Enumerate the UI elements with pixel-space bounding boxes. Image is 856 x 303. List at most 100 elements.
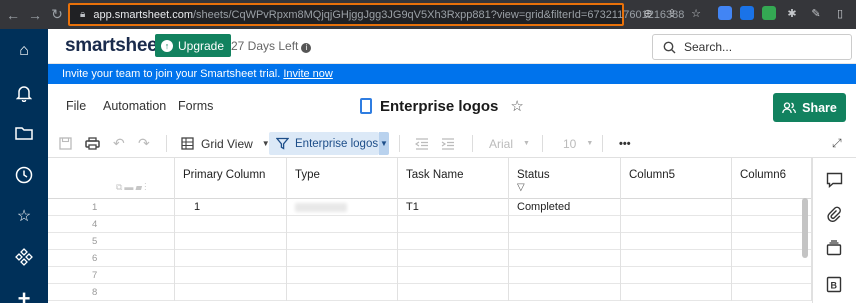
cell-column5[interactable] [621,284,732,301]
column-header-task-name[interactable]: Task Name [398,158,509,199]
cell-type[interactable] [287,250,398,267]
print-icon[interactable] [85,135,100,152]
cell-column5[interactable] [621,216,732,233]
vertical-scrollbar[interactable] [802,198,808,258]
row-number[interactable]: 4 [48,216,175,233]
cell-column5[interactable] [621,250,732,267]
cell-column6[interactable] [732,216,812,233]
filter-button[interactable]: Enterprise logos [269,132,379,155]
favorite-star-icon[interactable]: ☆ [510,97,523,115]
folder-icon[interactable] [14,123,34,143]
cell-task-name[interactable] [398,284,509,301]
grid-view-button[interactable]: Grid View ▼ [181,135,270,152]
table-row[interactable]: 4 [48,216,812,233]
attachment-icon[interactable] [824,204,844,224]
undo-icon[interactable]: ↶ [113,135,125,152]
forward-icon[interactable]: → [26,6,44,24]
cell-status[interactable] [509,284,621,301]
indent-icon[interactable] [441,135,455,152]
cell-task-name[interactable] [398,250,509,267]
puzzle-icon[interactable]: ✱ [784,5,800,21]
cell-column6[interactable] [732,284,812,301]
save-icon[interactable] [59,135,72,152]
column-header-status[interactable]: Status ▽ [509,158,621,199]
cell-column6[interactable] [732,267,812,284]
row-number[interactable]: 6 [48,250,175,267]
cell-primary[interactable] [175,233,287,250]
plus-icon[interactable]: + [14,286,34,303]
menu-file[interactable]: File [66,99,86,113]
cell-primary[interactable]: 1 [175,199,287,216]
outdent-icon[interactable] [415,135,429,152]
search-input[interactable] [684,40,834,54]
cell-column6[interactable] [732,199,812,216]
proofing-icon[interactable] [824,238,844,258]
sheet-name[interactable]: Enterprise logos [380,98,498,115]
column-header-column6[interactable]: Column6 [732,158,812,199]
cell-column5[interactable] [621,267,732,284]
cell-status[interactable] [509,233,621,250]
star-icon[interactable]: ☆ [14,206,34,226]
cell-task-name[interactable]: T1 [398,199,509,216]
cell-column5[interactable] [621,199,732,216]
bell-icon[interactable] [14,83,34,103]
row-number[interactable]: 8 [48,284,175,301]
font-size-select[interactable]: 10 ▼ [563,135,593,152]
pin-icon[interactable]: ✎ [808,5,824,21]
extension-icon[interactable] [762,6,776,20]
clock-icon[interactable] [14,165,34,185]
apps-icon[interactable] [14,247,34,267]
table-row[interactable]: 8 [48,284,812,301]
cell-status[interactable] [509,267,621,284]
cell-type[interactable] [287,199,398,216]
share-button[interactable]: Share [773,93,846,122]
extension-icon[interactable] [718,6,732,20]
redo-icon[interactable]: ↷ [138,135,150,152]
extension-icon[interactable] [740,6,754,20]
row-number[interactable]: 7 [48,267,175,284]
share-page-icon[interactable]: ⇪ [664,5,680,21]
upgrade-button[interactable]: ↑ Upgrade [155,34,232,57]
cell-column5[interactable] [621,233,732,250]
address-bar[interactable]: 🔒︎ app.smartsheet.com/sheets/CqWPvRpxm8M… [68,3,684,26]
column-header-type[interactable]: Type [287,158,398,199]
expand-icon[interactable]: ⤢ [832,136,842,151]
table-row[interactable]: 7 [48,267,812,284]
bookmark-star-icon[interactable]: ☆ [688,5,704,21]
zoom-icon[interactable]: ⊕ [640,5,656,21]
smartsheet-logo[interactable]: smartsheet [65,35,164,57]
cell-primary[interactable] [175,216,287,233]
table-row[interactable]: 5 [48,233,812,250]
row-number[interactable]: 1 [48,199,175,216]
cell-type[interactable] [287,233,398,250]
cell-status[interactable] [509,216,621,233]
table-row[interactable]: 1 1 T1 Completed [48,199,812,216]
home-icon[interactable]: ⌂ [14,41,34,61]
summary-icon[interactable]: B [824,274,844,294]
menu-forms[interactable]: Forms [178,99,213,113]
comment-icon[interactable] [824,170,844,190]
back-icon[interactable]: ← [4,6,22,24]
cell-primary[interactable] [175,250,287,267]
cell-type[interactable] [287,216,398,233]
invite-now-link[interactable]: Invite now [283,68,333,80]
cell-type[interactable] [287,267,398,284]
column-header-primary[interactable]: Primary Column [175,158,287,199]
sidepanel-icon[interactable]: ▯ [832,5,848,21]
column-header-column5[interactable]: Column5 [621,158,732,199]
filter-dropdown-icon[interactable]: ▼ [379,132,389,155]
cell-type[interactable] [287,284,398,301]
table-row[interactable]: 6 [48,250,812,267]
menu-automation[interactable]: Automation [103,99,166,113]
cell-task-name[interactable] [398,216,509,233]
cell-primary[interactable] [175,284,287,301]
cell-status[interactable] [509,250,621,267]
more-options-button[interactable]: ••• [619,135,631,152]
reload-icon[interactable]: ↻ [48,6,66,24]
cell-task-name[interactable] [398,233,509,250]
row-number[interactable]: 5 [48,233,175,250]
cell-column6[interactable] [732,250,812,267]
cell-column6[interactable] [732,233,812,250]
font-family-select[interactable]: Arial ▼ [489,135,530,152]
cell-primary[interactable] [175,267,287,284]
